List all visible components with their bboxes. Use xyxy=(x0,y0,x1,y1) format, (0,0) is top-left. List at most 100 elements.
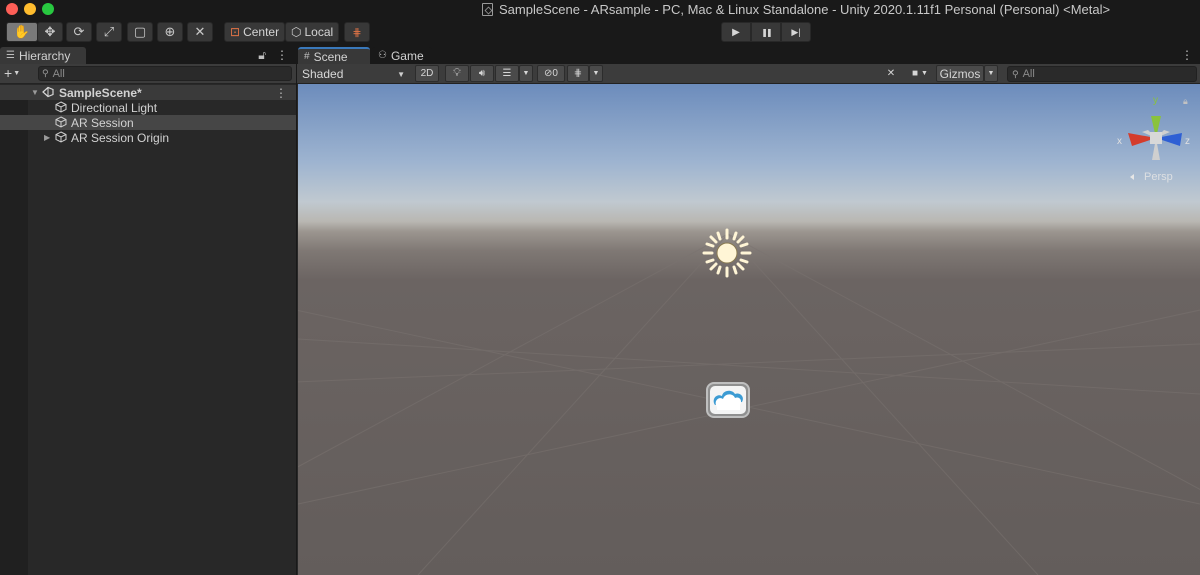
scene-toolbar: Shaded ▼ 2D 💡︎ 🔊︎ ☰ ▼ ⊘ 0 ⋕ ▼ ✕ ■ ▼ Gizm… xyxy=(297,64,1200,84)
audio-toggle[interactable]: 🔊︎ xyxy=(470,65,494,82)
scene-viewport[interactable]: y x z 🔒︎ Persp xyxy=(298,84,1200,575)
hierarchy-item-label: Directional Light xyxy=(71,100,158,115)
unity-scene-icon xyxy=(42,86,54,98)
search-icon: ⚲ xyxy=(1012,68,1019,79)
scene-menu-icon[interactable]: ⋮ xyxy=(275,86,287,100)
step-icon: ▶| xyxy=(791,26,801,37)
hierarchy-panel-icons: 🔓︎ ⋮ xyxy=(258,48,288,63)
title-bar: SampleScene - ARsample - PC, Mac & Linux… xyxy=(0,0,1200,18)
mode-2d-toggle[interactable]: 2D xyxy=(415,65,439,82)
close-window-button[interactable] xyxy=(6,3,18,15)
scene-row[interactable]: ▼ SampleScene* ⋮ xyxy=(0,85,296,100)
pivot-rotation-toggle[interactable]: ⬡ Local xyxy=(285,22,340,42)
scene-search-input[interactable]: ⚲ All xyxy=(1007,66,1197,82)
local-cube-icon: ⬡ xyxy=(291,25,302,39)
scale-icon: ⤢ xyxy=(103,24,115,39)
tools-toggle[interactable]: ✕ xyxy=(879,65,903,82)
camera-settings-button[interactable]: ■ ▼ xyxy=(905,65,935,82)
rect-icon: ▢ xyxy=(133,24,147,39)
chevron-down-icon: ▼ xyxy=(397,69,405,79)
hidden-eye-icon: ⊘ xyxy=(544,68,553,79)
tab-game[interactable]: ⚇ Game xyxy=(372,47,432,64)
scene-name: SampleScene* xyxy=(59,85,142,100)
scene-panel: # Scene ⚇ Game ⋮ Shaded ▼ 2D 💡︎ 🔊︎ ☰ ▼ ⊘ xyxy=(296,46,1200,575)
pause-button[interactable]: ❚❚ xyxy=(751,22,781,42)
rotate-icon: ⟳ xyxy=(73,24,85,39)
gizmo-center[interactable] xyxy=(1150,132,1162,144)
pivot-center-icon: ⊡ xyxy=(230,25,241,39)
hierarchy-item-ar-session-origin[interactable]: ▶ AR Session Origin xyxy=(0,130,296,145)
pivot-mode-toggle[interactable]: ⊡ Center xyxy=(224,22,286,42)
mode-2d-label: 2D xyxy=(420,68,434,79)
ar-session-origin-icon[interactable] xyxy=(705,379,751,421)
tab-hierarchy[interactable]: ☰ Hierarchy xyxy=(0,47,86,64)
chevron-down-icon: ▼ xyxy=(921,70,928,77)
expand-arrow-icon[interactable]: ▶ xyxy=(44,133,50,142)
chevron-down-icon: ▼ xyxy=(522,70,530,77)
transform-tool-button[interactable]: ⊕ xyxy=(157,22,183,42)
rotate-tool-button[interactable]: ⟳ xyxy=(66,22,92,42)
effects-toggle[interactable]: ☰ xyxy=(495,65,519,82)
chevron-down-icon: ▼ xyxy=(13,69,21,77)
search-icon: ⚲ xyxy=(42,68,49,78)
play-button[interactable]: ▶ xyxy=(721,22,751,42)
panel-menu-icon[interactable]: ⋮ xyxy=(276,48,288,63)
scene-grid-icon: # xyxy=(304,51,310,62)
effects-dropdown[interactable]: ▼ xyxy=(519,65,533,82)
move-tool-button[interactable]: ✥ xyxy=(37,22,63,42)
gamepad-icon: ⚇ xyxy=(378,50,387,61)
chevron-down-icon: ▼ xyxy=(987,70,995,77)
hierarchy-search-input[interactable]: ⚲ All xyxy=(38,66,292,81)
step-button[interactable]: ▶| xyxy=(781,22,811,42)
grid-snap-button[interactable]: ⋕ xyxy=(344,22,370,42)
directional-light-sun-icon[interactable] xyxy=(701,227,753,279)
projection-caret-icon xyxy=(1130,174,1134,180)
scene-visibility-toggle[interactable]: ⊘ 0 xyxy=(537,65,565,82)
pivot-mode-label: Center xyxy=(243,25,280,39)
shading-mode-label: Shaded xyxy=(302,67,344,81)
hand-tool-button[interactable]: ✋ xyxy=(6,22,38,42)
hierarchy-item-label: AR Session xyxy=(71,115,134,130)
speaker-icon: 🔊︎ xyxy=(478,68,486,79)
axis-z-label: z xyxy=(1185,136,1190,147)
gizmos-dropdown[interactable]: ▼ xyxy=(984,65,998,82)
lock-icon[interactable]: 🔓︎ xyxy=(258,48,266,63)
scale-tool-button[interactable]: ⤢ xyxy=(96,22,122,42)
create-button[interactable]: + ▼ xyxy=(4,65,20,81)
scene-panel-menu-icon[interactable]: ⋮ xyxy=(1181,48,1193,62)
gizmos-toggle[interactable]: Gizmos xyxy=(936,65,984,82)
custom-tool-button[interactable]: ✕ xyxy=(187,22,213,42)
game-tab-label: Game xyxy=(390,48,424,63)
scene-document-icon xyxy=(482,2,493,16)
lighting-toggle[interactable]: 💡︎ xyxy=(445,65,469,82)
gizmos-label: Gizmos xyxy=(939,66,981,81)
zoom-window-button[interactable] xyxy=(42,3,54,15)
pause-icon: ❚❚ xyxy=(761,27,772,37)
scene-grid xyxy=(298,233,1200,575)
axis-x-label: x xyxy=(1117,136,1122,147)
minimize-window-button[interactable] xyxy=(24,3,36,15)
effects-icon: ☰ xyxy=(502,68,512,79)
rect-tool-button[interactable]: ▢ xyxy=(127,22,153,42)
grid-toggle[interactable]: ⋕ xyxy=(567,65,589,82)
hierarchy-item-directional-light[interactable]: Directional Light xyxy=(0,100,296,115)
tab-scene[interactable]: # Scene xyxy=(298,47,370,64)
shading-mode-dropdown[interactable]: Shaded ▼ xyxy=(297,65,410,83)
projection-label[interactable]: Persp xyxy=(1144,171,1173,183)
chevron-down-icon: ▼ xyxy=(592,70,600,77)
grid-icon: ⋕ xyxy=(573,68,583,79)
tools-icon: ✕ xyxy=(886,68,896,79)
gizmo-lock-icon[interactable]: 🔒︎ xyxy=(1183,96,1188,107)
hierarchy-tabbar: ☰ Hierarchy 🔓︎ ⋮ xyxy=(0,46,296,64)
grid-dropdown[interactable]: ▼ xyxy=(589,65,603,82)
gameobject-cube-icon xyxy=(55,131,67,143)
expand-arrow-icon[interactable]: ▼ xyxy=(31,88,39,97)
hierarchy-gutter xyxy=(0,85,28,575)
list-icon: ☰ xyxy=(6,50,15,61)
scene-tab-label: Scene xyxy=(313,49,348,64)
hierarchy-tab-label: Hierarchy xyxy=(18,48,71,63)
hierarchy-search-row: + ▼ ⚲ All xyxy=(0,64,296,84)
scene-tabbar: # Scene ⚇ Game ⋮ xyxy=(297,46,1200,64)
window-title: SampleScene - ARsample - PC, Mac & Linux… xyxy=(499,1,1111,17)
hierarchy-item-ar-session[interactable]: AR Session xyxy=(0,115,296,130)
